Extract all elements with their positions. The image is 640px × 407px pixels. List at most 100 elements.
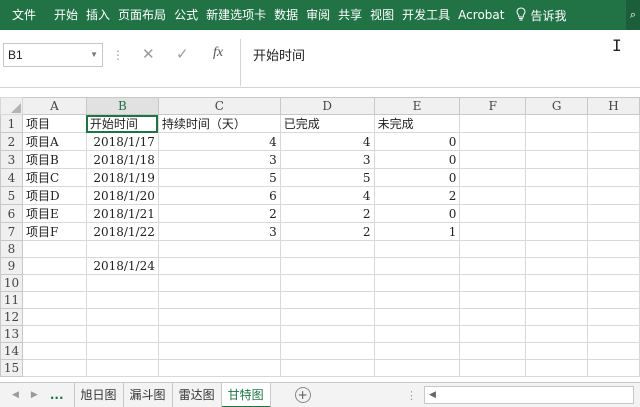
cell-b8[interactable]: [85, 240, 159, 258]
cell-e6[interactable]: 0: [373, 204, 461, 223]
cell-e12[interactable]: [373, 308, 461, 326]
cell-c15[interactable]: [157, 359, 281, 377]
cancel-icon[interactable]: ✕: [142, 45, 155, 63]
tab-review[interactable]: 审阅: [302, 0, 334, 30]
cell-c7[interactable]: 3: [157, 222, 281, 241]
row-header[interactable]: 13: [0, 325, 23, 343]
tab-share[interactable]: 共享: [334, 0, 366, 30]
scroll-right-icon[interactable]: ▶: [31, 390, 38, 400]
cell-g13[interactable]: [525, 325, 589, 343]
column-header-e[interactable]: E: [373, 97, 461, 115]
cell-h6[interactable]: [587, 204, 640, 223]
cell-c14[interactable]: [157, 342, 281, 360]
cell-a15[interactable]: [21, 359, 87, 377]
tab-insert[interactable]: 插入: [82, 0, 114, 30]
row-header[interactable]: 8: [0, 240, 23, 258]
sheet-tab-funnel[interactable]: 漏斗图: [124, 382, 173, 407]
tab-view[interactable]: 视图: [366, 0, 398, 30]
tab-home[interactable]: 开始: [50, 0, 82, 30]
cell-a8[interactable]: [21, 240, 87, 258]
cell-b15[interactable]: [85, 359, 159, 377]
cell-c13[interactable]: [157, 325, 281, 343]
tab-formulas[interactable]: 公式: [170, 0, 202, 30]
cell-b2[interactable]: 2018/1/17: [85, 132, 159, 151]
insert-function-button[interactable]: fx: [213, 45, 223, 61]
cell-f4[interactable]: [459, 168, 527, 187]
chevron-down-icon[interactable]: ▼: [90, 44, 98, 66]
cell-e11[interactable]: [373, 291, 461, 309]
cell-c1[interactable]: 持续时间（天）: [157, 114, 281, 133]
cell-c4[interactable]: 5: [157, 168, 281, 187]
cell-g1[interactable]: [525, 114, 589, 133]
cell-e10[interactable]: [373, 274, 461, 292]
cell-c3[interactable]: 3: [157, 150, 281, 169]
cell-h10[interactable]: [587, 274, 640, 292]
cell-f7[interactable]: [459, 222, 527, 241]
cell-d15[interactable]: [279, 359, 375, 377]
search-icon[interactable]: ⌕: [626, 0, 640, 30]
cell-e14[interactable]: [373, 342, 461, 360]
cell-b11[interactable]: [85, 291, 159, 309]
cell-h14[interactable]: [587, 342, 640, 360]
cell-e7[interactable]: 1: [373, 222, 461, 241]
cell-f15[interactable]: [459, 359, 527, 377]
cell-f2[interactable]: [459, 132, 527, 151]
cell-c5[interactable]: 6: [157, 186, 281, 205]
cell-d6[interactable]: 2: [279, 204, 375, 223]
cell-b1[interactable]: 开始时间: [85, 114, 159, 133]
column-header-c[interactable]: C: [157, 97, 281, 115]
row-header[interactable]: 3: [0, 150, 23, 169]
cell-g10[interactable]: [525, 274, 589, 292]
cell-d2[interactable]: 4: [279, 132, 375, 151]
tab-developer[interactable]: 开发工具: [398, 0, 454, 30]
select-all-corner[interactable]: [0, 97, 23, 115]
cell-h15[interactable]: [587, 359, 640, 377]
cell-f8[interactable]: [459, 240, 527, 258]
cell-e4[interactable]: 0: [373, 168, 461, 187]
cell-c8[interactable]: [157, 240, 281, 258]
cell-e15[interactable]: [373, 359, 461, 377]
cell-g2[interactable]: [525, 132, 589, 151]
horizontal-scrollbar[interactable]: ◀: [424, 386, 634, 404]
tab-page-layout[interactable]: 页面布局: [114, 0, 170, 30]
cell-c11[interactable]: [157, 291, 281, 309]
cell-e13[interactable]: [373, 325, 461, 343]
tab-acrobat[interactable]: Acrobat: [454, 0, 508, 30]
cell-f6[interactable]: [459, 204, 527, 223]
cell-g12[interactable]: [525, 308, 589, 326]
cell-g5[interactable]: [525, 186, 589, 205]
cell-d10[interactable]: [279, 274, 375, 292]
cell-a10[interactable]: [21, 274, 87, 292]
cell-e9[interactable]: [373, 257, 461, 275]
cell-h3[interactable]: [587, 150, 640, 169]
row-header[interactable]: 15: [0, 359, 23, 377]
row-header[interactable]: 10: [0, 274, 23, 292]
cell-a5[interactable]: 项目D: [21, 186, 87, 205]
cell-g9[interactable]: [525, 257, 589, 275]
column-header-d[interactable]: D: [279, 97, 375, 115]
cell-b12[interactable]: [85, 308, 159, 326]
cell-e1[interactable]: 未完成: [373, 114, 461, 133]
cell-g8[interactable]: [525, 240, 589, 258]
check-icon[interactable]: ✓: [176, 45, 189, 63]
cell-f9[interactable]: [459, 257, 527, 275]
cell-b13[interactable]: [85, 325, 159, 343]
row-header[interactable]: 9: [0, 257, 23, 275]
cell-a6[interactable]: 项目E: [21, 204, 87, 223]
cell-h5[interactable]: [587, 186, 640, 205]
cell-d11[interactable]: [279, 291, 375, 309]
sheet-tab-gantt[interactable]: 甘特图: [221, 382, 271, 407]
cell-f5[interactable]: [459, 186, 527, 205]
cell-h7[interactable]: [587, 222, 640, 241]
cell-d14[interactable]: [279, 342, 375, 360]
cell-h2[interactable]: [587, 132, 640, 151]
cell-g15[interactable]: [525, 359, 589, 377]
row-header[interactable]: 4: [0, 168, 23, 187]
cell-a9[interactable]: [21, 257, 87, 275]
cell-b5[interactable]: 2018/1/20: [85, 186, 159, 205]
cell-g7[interactable]: [525, 222, 589, 241]
cell-f1[interactable]: [459, 114, 527, 133]
cell-d7[interactable]: 2: [279, 222, 375, 241]
more-sheets-button[interactable]: ...: [50, 388, 64, 402]
cell-f13[interactable]: [459, 325, 527, 343]
